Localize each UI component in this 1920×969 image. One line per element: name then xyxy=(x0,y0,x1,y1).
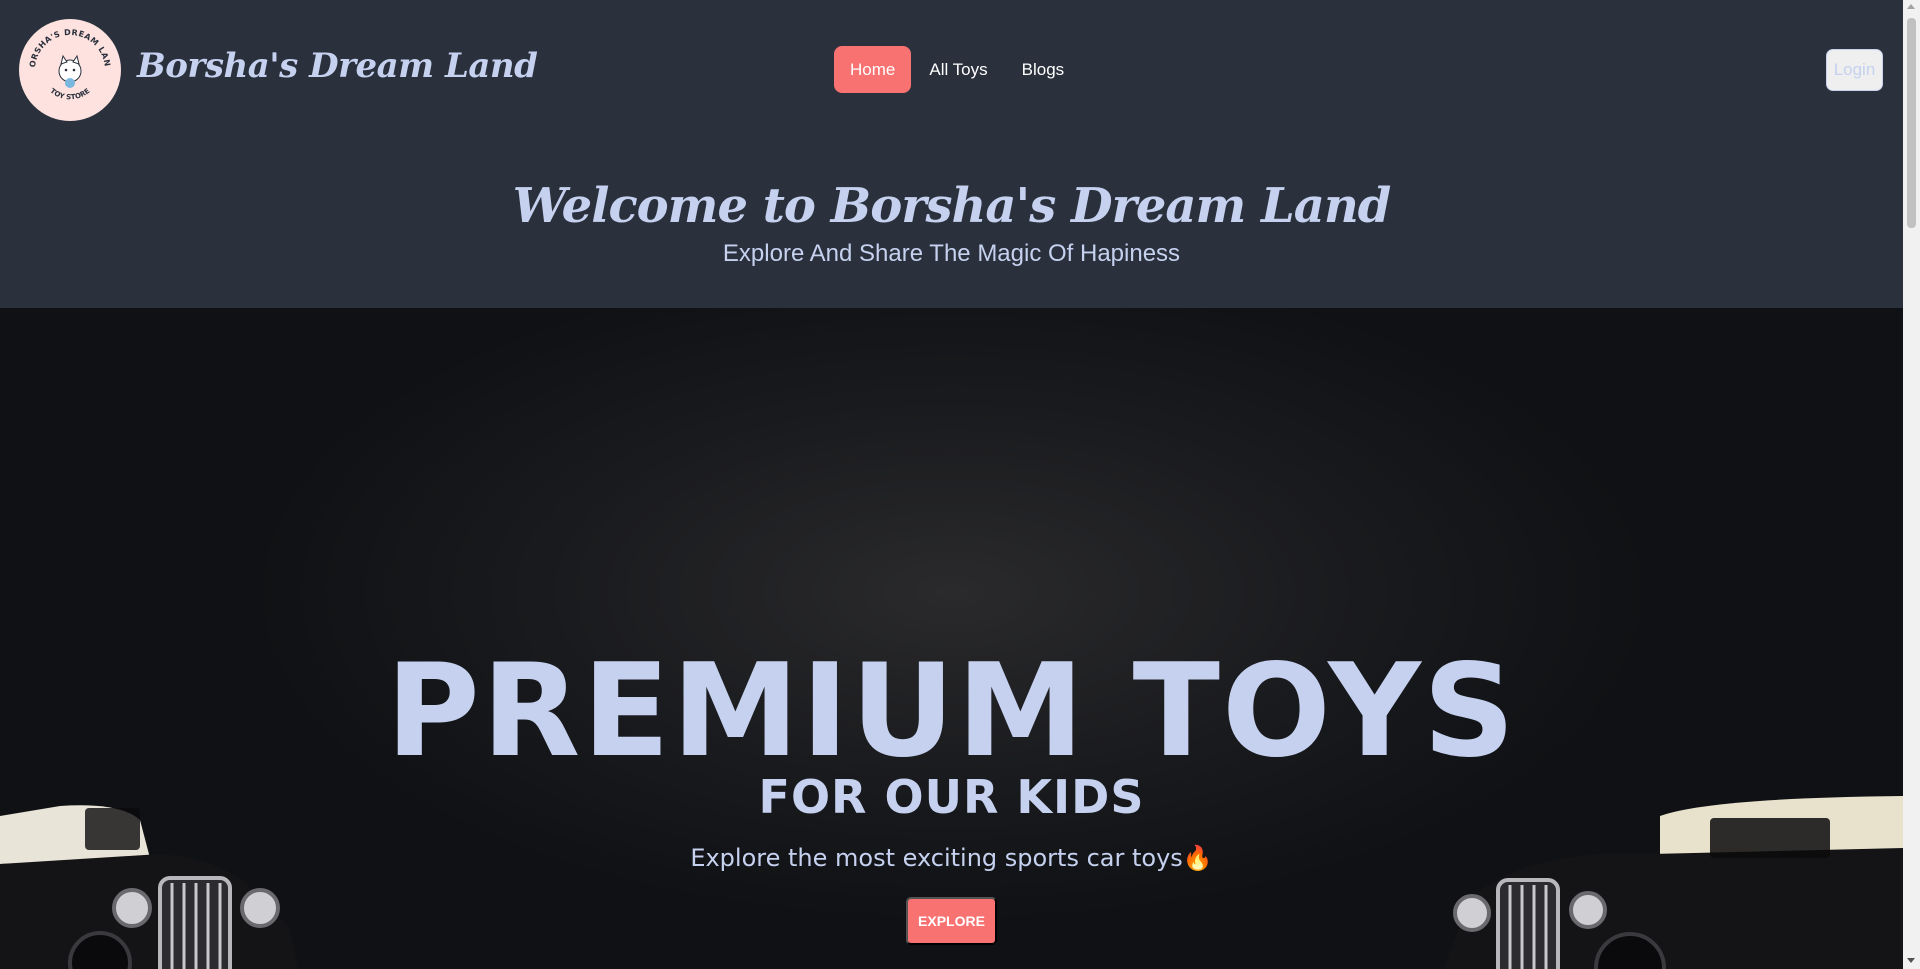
vertical-scrollbar[interactable] xyxy=(1903,0,1920,969)
welcome-section: Welcome to Borsha's Dream Land Explore A… xyxy=(0,140,1903,308)
logo-graphic: BORSHA'S DREAM LAND TOY STORE xyxy=(19,19,120,120)
scroll-up-arrow-icon[interactable] xyxy=(1907,4,1915,9)
scroll-thumb[interactable] xyxy=(1907,18,1916,228)
explore-button[interactable]: EXPLORE xyxy=(906,897,997,945)
welcome-subtitle: Explore And Share The Magic Of Hapiness xyxy=(722,240,1181,267)
hero-title: PREMIUM TOYS xyxy=(385,637,1518,786)
nav-home[interactable]: Home xyxy=(834,46,912,93)
brand-name[interactable]: Borsha's Dream Land xyxy=(137,46,538,86)
nav-all-toys[interactable]: All Toys xyxy=(913,46,1003,93)
hero-text: Explore the most exciting sports car toy… xyxy=(690,844,1213,872)
nav-blogs[interactable]: Blogs xyxy=(1006,46,1081,93)
store-logo[interactable]: BORSHA'S DREAM LAND TOY STORE xyxy=(19,19,121,121)
hero-subtitle: FOR OUR KIDS xyxy=(758,770,1145,824)
page: BORSHA'S DREAM LAND TOY STORE Borsha's D… xyxy=(0,0,1903,969)
scroll-down-arrow-icon[interactable] xyxy=(1907,958,1915,963)
hero-banner: PREMIUM TOYS FOR OUR KIDS Explore the mo… xyxy=(0,308,1903,969)
navbar: BORSHA'S DREAM LAND TOY STORE Borsha's D… xyxy=(0,0,1903,140)
login-button[interactable]: Login xyxy=(1826,49,1883,91)
main-nav: Home All Toys Blogs xyxy=(834,46,1080,93)
welcome-title: Welcome to Borsha's Dream Land xyxy=(512,178,1392,234)
